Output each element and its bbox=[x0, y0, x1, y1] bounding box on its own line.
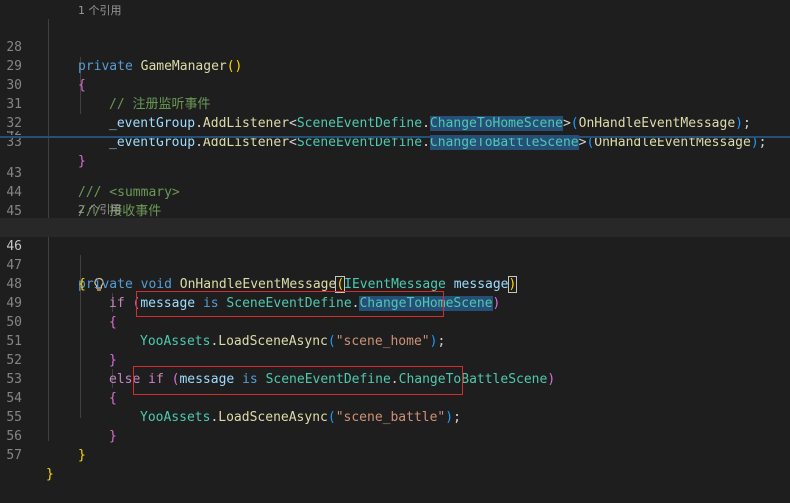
code-line: 32 _eventGroup.AddListener<SceneEventDef… bbox=[0, 95, 790, 150]
code-line: 48 if (message is SceneEventDefine.Chang… bbox=[0, 256, 790, 311]
code-line: 28 private GameManager() bbox=[0, 19, 790, 74]
codelens-references[interactable]: 1 个引用 bbox=[78, 4, 122, 18]
close-brace: } bbox=[78, 448, 86, 463]
code-line: 51 } bbox=[0, 313, 790, 368]
code-line: 52 else if (message is SceneEventDefine.… bbox=[0, 332, 790, 387]
code-editor[interactable]: 1 个引用 28 private GameManager() 29 { 30 /… bbox=[0, 0, 790, 482]
code-line: 29 { bbox=[0, 38, 790, 93]
code-line: 43 /// <summary> bbox=[0, 145, 790, 200]
close-brace: } bbox=[46, 467, 54, 482]
code-line: 47 { bbox=[0, 237, 790, 292]
code-line: 55 } bbox=[0, 389, 790, 444]
code-line: 45 /// </summary> bbox=[0, 183, 790, 238]
fold-separator bbox=[0, 136, 790, 138]
code-line: 57 } bbox=[0, 427, 790, 482]
line-number: 57 bbox=[6, 448, 22, 463]
codelens-references[interactable]: 2 个引用 bbox=[78, 203, 122, 217]
code-line: 46 private void OnHandleEventMessage(IEv… bbox=[0, 218, 790, 293]
code-line: 56 } bbox=[0, 408, 790, 463]
code-line: 30 // 注册监听事件 bbox=[0, 57, 790, 112]
code-line: 44 /// 接收事件 bbox=[0, 164, 790, 219]
code-line: 31 _eventGroup.AddListener<SceneEventDef… bbox=[0, 76, 790, 131]
